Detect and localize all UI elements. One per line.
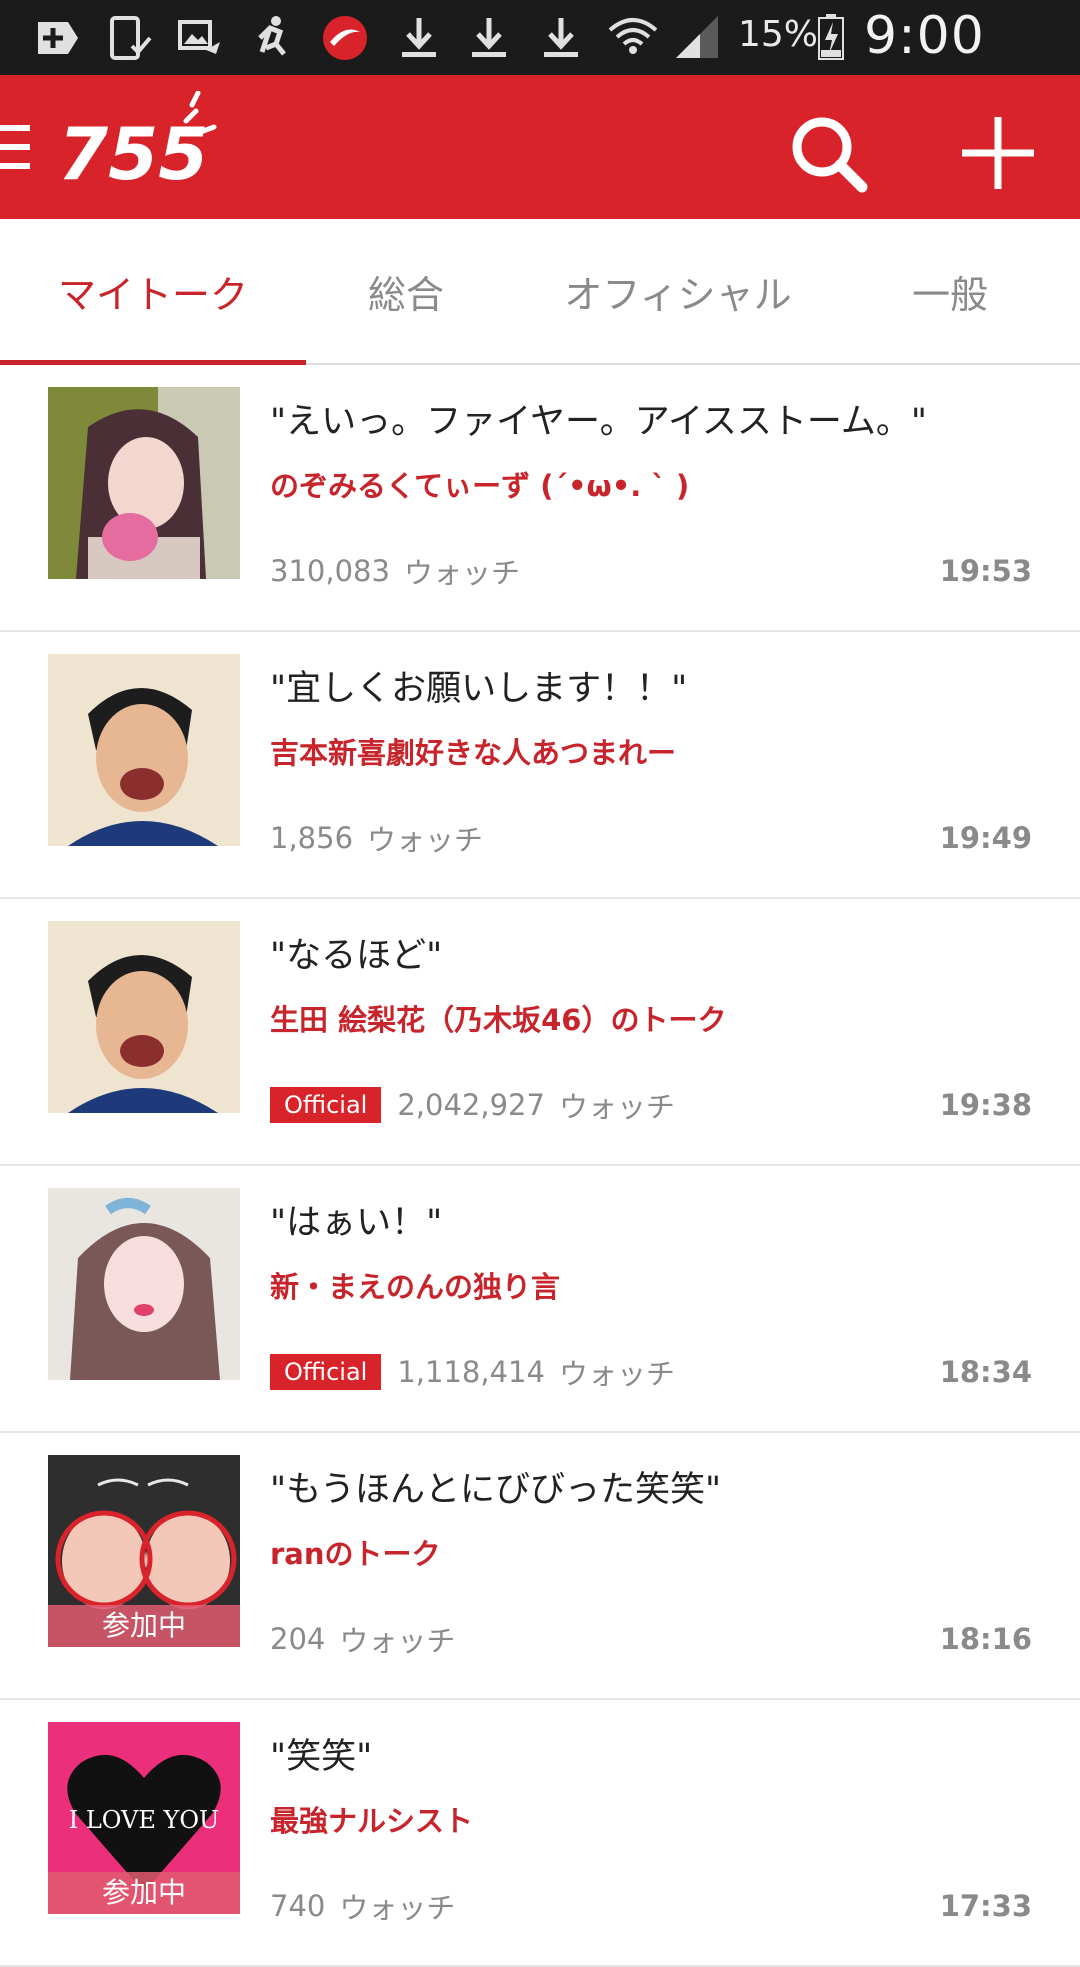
- avatar: [48, 387, 240, 579]
- joining-badge: 参加中: [48, 1605, 240, 1647]
- watch-label: ウォッチ: [558, 1357, 675, 1391]
- avatar: I LOVE YOU 参加中: [48, 1722, 240, 1914]
- watch-info: Official 2,042,927 ウォッチ: [270, 1085, 675, 1125]
- watch-count: 1,118,414: [397, 1355, 545, 1389]
- timestamp: 19:49: [939, 821, 1032, 855]
- search-icon[interactable]: [782, 105, 878, 201]
- tab-my-talk[interactable]: マイトーク: [0, 219, 306, 363]
- official-badge: Official: [270, 1354, 382, 1390]
- watch-label: ウォッチ: [367, 823, 484, 857]
- add-box-icon: [38, 22, 78, 54]
- tab-general[interactable]: 一般: [850, 219, 1050, 363]
- watch-count: 1,856: [270, 821, 354, 855]
- list-item[interactable]: "なるほど" 生田 絵梨花（乃木坂46）のトーク Official 2,042,…: [0, 899, 1080, 1166]
- svg-text:I LOVE YOU: I LOVE YOU: [69, 1806, 220, 1834]
- watch-label: ウォッチ: [558, 1090, 675, 1124]
- watch-label: ウォッチ: [339, 1891, 456, 1925]
- avatar: [48, 921, 240, 1113]
- talk-name[interactable]: 新・まえのんの独り言: [270, 1264, 560, 1306]
- last-message: "なるほど": [270, 936, 443, 976]
- last-message: "笑笑": [270, 1737, 373, 1777]
- wifi-icon: [608, 18, 658, 54]
- phone-check-icon: [110, 16, 152, 60]
- talk-name[interactable]: 生田 絵梨花（乃木坂46）のトーク: [270, 997, 726, 1039]
- last-message: "宜しくお願いします！！": [270, 669, 688, 709]
- list-item[interactable]: 参加中 "もうほんとにびびった笑笑" ranのトーク 204 ウォッチ 18:1…: [0, 1433, 1080, 1700]
- timestamp: 18:16: [939, 1622, 1032, 1656]
- battery-charging-icon: [818, 14, 844, 60]
- last-message: "はぁい！": [270, 1203, 443, 1243]
- watch-info: 204 ウォッチ: [270, 1619, 455, 1659]
- download-icon: [472, 18, 506, 57]
- watch-label: ウォッチ: [339, 1624, 456, 1658]
- talk-list: "えいっ。ファイヤー。アイスストーム。" のぞみるくてぃーず (´•ω•. ` …: [0, 365, 1080, 1967]
- watch-count: 204: [270, 1622, 326, 1656]
- watch-count: 310,083: [270, 554, 390, 588]
- list-item[interactable]: "はぁい！" 新・まえのんの独り言 Official 1,118,414 ウォッ…: [0, 1166, 1080, 1433]
- avatar: 参加中: [48, 1455, 240, 1647]
- app-logo[interactable]: 755: [58, 91, 218, 201]
- talk-name[interactable]: のぞみるくてぃーず (´•ω•. ` ): [270, 463, 689, 505]
- talk-name[interactable]: 最強ナルシスト: [270, 1798, 473, 1840]
- status-bar: 15% 9:00 PM: [0, 0, 1080, 126]
- avatar: [48, 1188, 240, 1380]
- watch-count: 740: [270, 1889, 326, 1923]
- last-message: "もうほんとにびびった笑笑": [270, 1470, 722, 1510]
- running-man-icon: [258, 16, 286, 56]
- app-bar: 755: [0, 75, 1080, 219]
- download-icon: [402, 18, 436, 57]
- list-item[interactable]: "宜しくお願いします！！" 吉本新喜劇好きな人あつまれー 1,856 ウォッチ …: [0, 632, 1080, 899]
- tab-bar: マイトーク 総合 オフィシャル 一般: [0, 219, 1080, 365]
- timestamp: 18:34: [939, 1355, 1032, 1389]
- watch-count: 2,042,927: [397, 1088, 545, 1122]
- trend-micro-icon: [323, 16, 367, 60]
- svg-text:755: 755: [58, 112, 208, 196]
- joining-badge: 参加中: [48, 1872, 240, 1914]
- timestamp: 19:53: [939, 554, 1032, 588]
- signal-icon: [676, 16, 718, 58]
- avatar: [48, 654, 240, 846]
- watch-info: 310,083 ウォッチ: [270, 551, 520, 591]
- talk-name[interactable]: 吉本新喜劇好きな人あつまれー: [270, 730, 676, 772]
- photo-share-icon: [178, 20, 220, 54]
- tab-official[interactable]: オフィシャル: [540, 219, 816, 363]
- download-icon: [544, 18, 578, 57]
- official-badge: Official: [270, 1087, 382, 1123]
- plus-icon[interactable]: [950, 105, 1046, 201]
- list-item[interactable]: I LOVE YOU 参加中 "笑笑" 最強ナルシスト 740 ウォッチ 17:…: [0, 1700, 1080, 1967]
- list-item[interactable]: "えいっ。ファイヤー。アイスストーム。" のぞみるくてぃーず (´•ω•. ` …: [0, 365, 1080, 632]
- tab-general-ranking[interactable]: 総合: [306, 219, 506, 363]
- watch-info: Official 1,118,414 ウォッチ: [270, 1352, 675, 1392]
- menu-icon[interactable]: [0, 119, 34, 175]
- watch-info: 740 ウォッチ: [270, 1886, 455, 1926]
- battery-percentage: 15%: [738, 14, 819, 55]
- timestamp: 19:38: [939, 1088, 1032, 1122]
- last-message: "えいっ。ファイヤー。アイスストーム。": [270, 402, 927, 442]
- watch-label: ウォッチ: [403, 556, 520, 590]
- timestamp: 17:33: [939, 1889, 1032, 1923]
- talk-name[interactable]: ranのトーク: [270, 1531, 441, 1573]
- watch-info: 1,856 ウォッチ: [270, 818, 483, 858]
